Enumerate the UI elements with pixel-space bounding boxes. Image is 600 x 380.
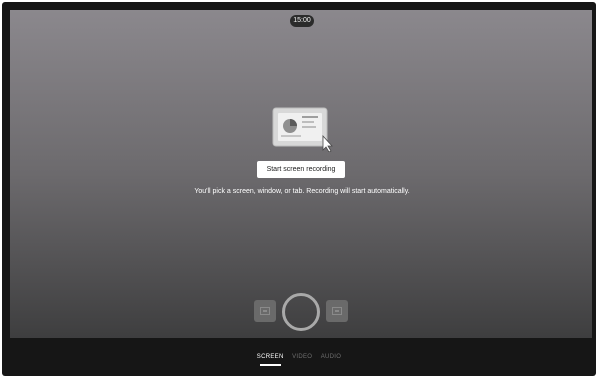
start-recording-button[interactable]: Start screen recording bbox=[257, 161, 345, 178]
recorder-window: 15:00 Start screen recording You'll pick… bbox=[2, 2, 596, 376]
record-button[interactable] bbox=[282, 293, 320, 331]
screen-icon bbox=[260, 307, 270, 315]
video-icon bbox=[332, 307, 342, 315]
mode-tabs: SCREEN VIDEO AUDIO bbox=[2, 345, 596, 366]
recording-hint: You'll pick a screen, window, or tab. Re… bbox=[194, 188, 410, 195]
screen-share-illustration bbox=[272, 107, 333, 152]
recording-timer: 15:00 bbox=[290, 15, 314, 27]
tab-video[interactable]: VIDEO bbox=[292, 354, 312, 366]
screen-source-button[interactable] bbox=[254, 300, 276, 322]
tab-screen[interactable]: SCREEN bbox=[257, 354, 284, 366]
tab-audio[interactable]: AUDIO bbox=[321, 354, 342, 366]
video-source-button[interactable] bbox=[326, 300, 348, 322]
